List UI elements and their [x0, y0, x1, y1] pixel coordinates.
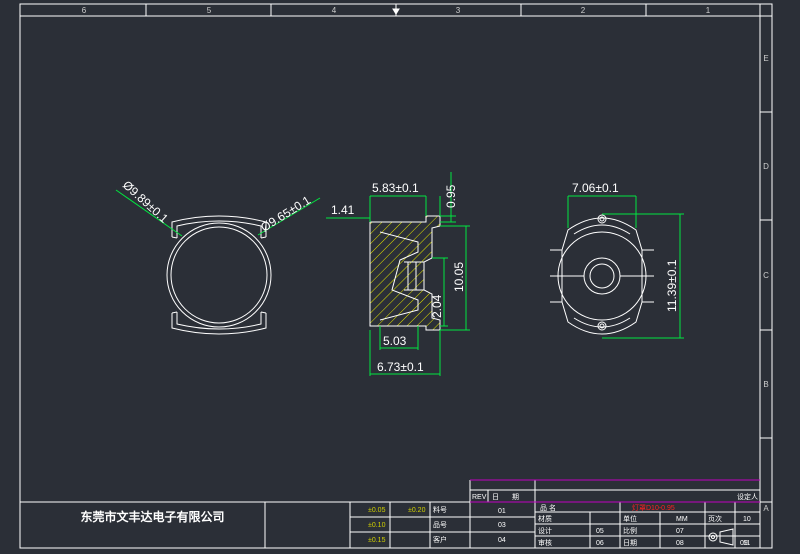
- dimension-top-offset: 0.95: [444, 184, 458, 208]
- top-view: [166, 215, 272, 335]
- cell-value: 08: [676, 540, 684, 547]
- revision-row: 01: [498, 508, 506, 515]
- title-block-text: REV 日 期 01 03 04 品 名 灯罩D10-0.95 MM 设定人 材…: [368, 492, 758, 547]
- field-label: 客户: [433, 535, 447, 544]
- approver-label: 设定人: [737, 492, 758, 501]
- zone-label: C: [763, 271, 769, 280]
- dimension-top-width: 5.83±0.1: [372, 181, 419, 195]
- zone-label: B: [763, 380, 768, 389]
- tolerance: ±0.05: [368, 507, 386, 514]
- name-label: 品 名: [540, 503, 556, 512]
- zone-label: 4: [332, 6, 337, 15]
- zone-label: 6: [82, 6, 87, 15]
- zone-label: D: [763, 162, 769, 171]
- date-label: 期: [512, 493, 519, 501]
- field-label: 品号: [433, 521, 447, 529]
- revision-row: 04: [498, 537, 506, 544]
- page-number: 10: [743, 516, 751, 523]
- zone-label: 5: [207, 6, 212, 15]
- cad-drawing: 6 5 4 3 2 1 E D C B A Ø9.89±0.1 Ø9.65±0.…: [19, 3, 773, 549]
- zone-label: 3: [456, 6, 461, 15]
- dimension-lower-height: 2.04: [430, 294, 444, 318]
- dimension-right-width: 7.06±0.1: [572, 181, 619, 195]
- tolerance: ±0.10: [368, 522, 386, 529]
- rev-label: REV: [472, 494, 487, 501]
- review-label: 审核: [538, 538, 552, 547]
- zone-label: 2: [581, 6, 586, 15]
- zone-label: A: [763, 504, 769, 513]
- design-label: 设计: [538, 526, 552, 535]
- projection-symbol: [708, 528, 734, 546]
- dimension-inner-diameter: Ø9.65±0.1: [258, 193, 313, 235]
- tolerance: ±0.20: [408, 507, 426, 514]
- revision-row: 03: [498, 522, 506, 529]
- zone-label: E: [763, 54, 768, 63]
- zone-label: 1: [706, 6, 711, 15]
- cell-value: 05: [596, 528, 604, 535]
- unit-value: MM: [676, 516, 688, 523]
- dimension-bottom-width: 6.73±0.1: [377, 360, 424, 374]
- page-total: 11: [743, 540, 750, 547]
- dimension-total-height: 10.05: [452, 262, 466, 292]
- dimension-left-step: 1.41: [331, 203, 355, 217]
- date-field-label: 日期: [623, 539, 637, 547]
- dimension-right-height: 11.39±0.1: [665, 259, 679, 312]
- cell-value: 07: [676, 528, 684, 535]
- zone-labels-right: E D C B A: [763, 54, 769, 513]
- dimension-outer-diameter: Ø9.89±0.1: [120, 178, 171, 226]
- page-label: 页次: [708, 514, 722, 523]
- date-label: 日: [492, 493, 499, 501]
- material-label: 材质: [538, 514, 552, 523]
- drawing-canvas: 6 5 4 3 2 1 E D C B A Ø9.89±0.1 Ø9.65±0.…: [0, 0, 800, 550]
- company-name: 东莞市文丰达电子有限公司: [80, 510, 225, 524]
- field-label: 料号: [433, 505, 447, 514]
- bottom-view: [550, 214, 654, 335]
- tolerance: ±0.15: [368, 537, 386, 544]
- name-value: 灯罩D10-0.95: [632, 503, 675, 512]
- dimension-inner-width: 5.03: [383, 334, 407, 348]
- unit-label: 单位: [623, 514, 637, 523]
- scale-label: 比例: [623, 526, 637, 535]
- cell-value: 06: [596, 540, 604, 547]
